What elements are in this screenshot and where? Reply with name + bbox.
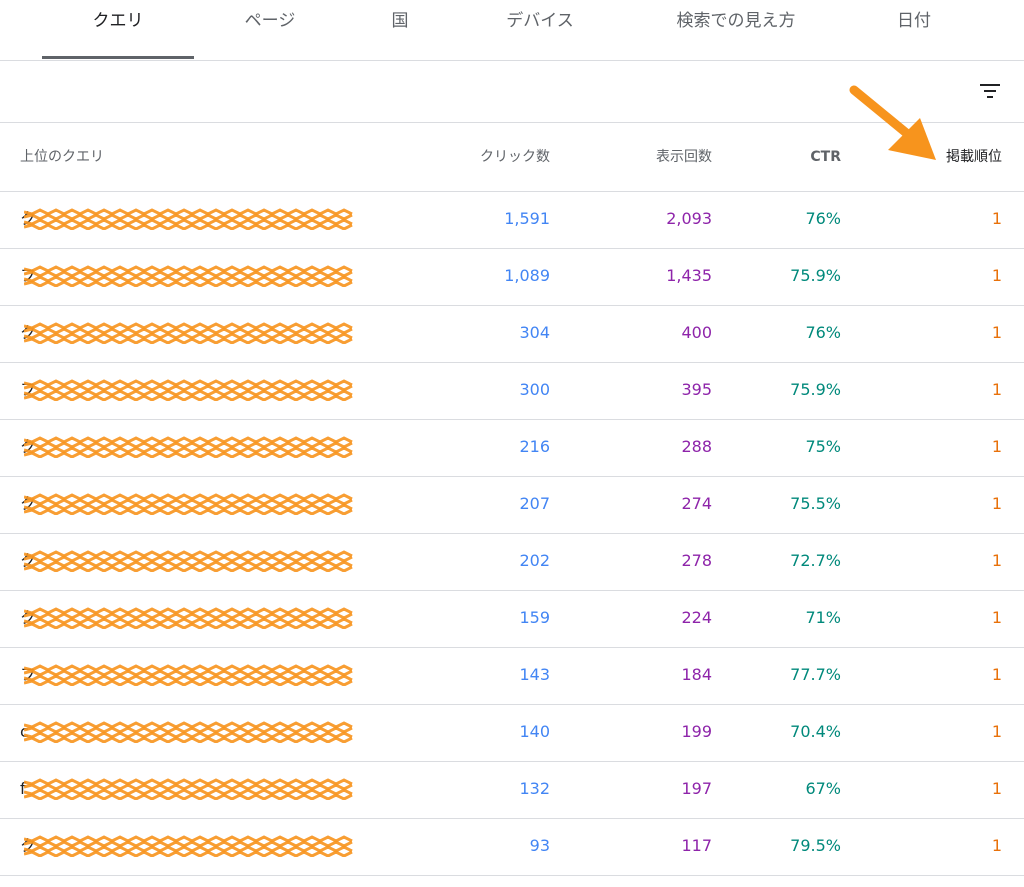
impressions-cell: 274 bbox=[681, 494, 712, 513]
filter-list-icon[interactable] bbox=[976, 77, 1004, 105]
table-row[interactable]: ク 304 400 76% 1 bbox=[0, 306, 1024, 363]
table-row[interactable]: フ 300 395 75.9% 1 bbox=[0, 363, 1024, 420]
table-row[interactable]: ク 216 288 75% 1 bbox=[0, 420, 1024, 477]
header-query[interactable]: 上位のクエリ bbox=[20, 147, 104, 167]
position-cell: 1 bbox=[991, 266, 1002, 285]
position-cell: 1 bbox=[991, 323, 1002, 342]
redaction-scribble bbox=[24, 436, 353, 458]
tab-country[interactable]: 国 bbox=[340, 0, 460, 60]
clicks-cell: 93 bbox=[529, 836, 550, 855]
position-cell: 1 bbox=[991, 722, 1002, 741]
table-row[interactable]: ク 1,591 2,093 76% 1 bbox=[0, 192, 1024, 249]
table-row[interactable]: c 140 199 70.4% 1 bbox=[0, 705, 1024, 762]
tab-device[interactable]: デバイス bbox=[470, 0, 610, 60]
impressions-cell: 197 bbox=[681, 779, 712, 798]
ctr-cell: 71% bbox=[805, 608, 841, 627]
position-cell: 1 bbox=[991, 665, 1002, 684]
clicks-cell: 300 bbox=[519, 380, 550, 399]
redaction-scribble bbox=[24, 550, 353, 572]
header-clicks[interactable]: クリック数 bbox=[480, 147, 550, 167]
ctr-cell: 70.4% bbox=[790, 722, 841, 741]
tab-date[interactable]: 日付 bbox=[854, 0, 974, 60]
redaction-scribble bbox=[24, 265, 353, 287]
clicks-cell: 304 bbox=[519, 323, 550, 342]
tab-search-appearance[interactable]: 検索での見え方 bbox=[636, 0, 836, 60]
ctr-cell: 75.9% bbox=[790, 266, 841, 285]
redaction-scribble bbox=[24, 607, 353, 629]
clicks-cell: 216 bbox=[519, 437, 550, 456]
table-row[interactable]: f 132 197 67% 1 bbox=[0, 762, 1024, 819]
position-cell: 1 bbox=[991, 779, 1002, 798]
impressions-cell: 184 bbox=[681, 665, 712, 684]
impressions-cell: 278 bbox=[681, 551, 712, 570]
ctr-cell: 76% bbox=[805, 323, 841, 342]
ctr-cell: 79.5% bbox=[790, 836, 841, 855]
position-cell: 1 bbox=[991, 494, 1002, 513]
impressions-cell: 224 bbox=[681, 608, 712, 627]
position-cell: 1 bbox=[991, 380, 1002, 399]
table-row[interactable]: ク 207 274 75.5% 1 bbox=[0, 477, 1024, 534]
clicks-cell: 1,591 bbox=[504, 209, 550, 228]
header-impressions[interactable]: 表示回数 bbox=[656, 147, 712, 167]
impressions-cell: 400 bbox=[681, 323, 712, 342]
tab-query[interactable]: クエリ bbox=[42, 0, 194, 60]
redaction-scribble bbox=[24, 778, 353, 800]
clicks-cell: 202 bbox=[519, 551, 550, 570]
ctr-cell: 67% bbox=[805, 779, 841, 798]
position-cell: 1 bbox=[991, 836, 1002, 855]
redaction-scribble bbox=[24, 322, 353, 344]
ctr-cell: 77.7% bbox=[790, 665, 841, 684]
table-row[interactable]: ク 93 117 79.5% 1 bbox=[0, 819, 1024, 876]
arrow-annotation-icon bbox=[849, 85, 936, 160]
table-row[interactable]: ク 202 278 72.7% 1 bbox=[0, 534, 1024, 591]
tab-page[interactable]: ページ bbox=[200, 0, 340, 60]
impressions-cell: 1,435 bbox=[666, 266, 712, 285]
clicks-cell: 207 bbox=[519, 494, 550, 513]
redaction-scribble bbox=[24, 493, 353, 515]
position-cell: 1 bbox=[991, 551, 1002, 570]
clicks-cell: 132 bbox=[519, 779, 550, 798]
ctr-cell: 75% bbox=[805, 437, 841, 456]
clicks-cell: 1,089 bbox=[504, 266, 550, 285]
tab-bar: クエリ ページ 国 デバイス 検索での見え方 日付 bbox=[0, 0, 1024, 61]
table-row[interactable]: フ 143 184 77.7% 1 bbox=[0, 648, 1024, 705]
impressions-cell: 288 bbox=[681, 437, 712, 456]
redaction-scribble bbox=[24, 835, 353, 857]
impressions-cell: 2,093 bbox=[666, 209, 712, 228]
redaction-scribble bbox=[24, 721, 353, 743]
table-row[interactable]: フ 1,089 1,435 75.9% 1 bbox=[0, 249, 1024, 306]
table-row[interactable]: ク 159 224 71% 1 bbox=[0, 591, 1024, 648]
redaction-scribble bbox=[24, 379, 353, 401]
clicks-cell: 143 bbox=[519, 665, 550, 684]
ctr-cell: 76% bbox=[805, 209, 841, 228]
position-cell: 1 bbox=[991, 209, 1002, 228]
position-cell: 1 bbox=[991, 608, 1002, 627]
ctr-cell: 75.5% bbox=[790, 494, 841, 513]
header-position[interactable]: 掲載順位 bbox=[946, 147, 1002, 167]
active-tab-indicator bbox=[42, 56, 194, 59]
impressions-cell: 395 bbox=[681, 380, 712, 399]
impressions-cell: 199 bbox=[681, 722, 712, 741]
clicks-cell: 159 bbox=[519, 608, 550, 627]
header-ctr[interactable]: CTR bbox=[810, 147, 841, 167]
position-cell: 1 bbox=[991, 437, 1002, 456]
ctr-cell: 75.9% bbox=[790, 380, 841, 399]
impressions-cell: 117 bbox=[681, 836, 712, 855]
clicks-cell: 140 bbox=[519, 722, 550, 741]
ctr-cell: 72.7% bbox=[790, 551, 841, 570]
redaction-scribble bbox=[24, 208, 353, 230]
redaction-scribble bbox=[24, 664, 353, 686]
